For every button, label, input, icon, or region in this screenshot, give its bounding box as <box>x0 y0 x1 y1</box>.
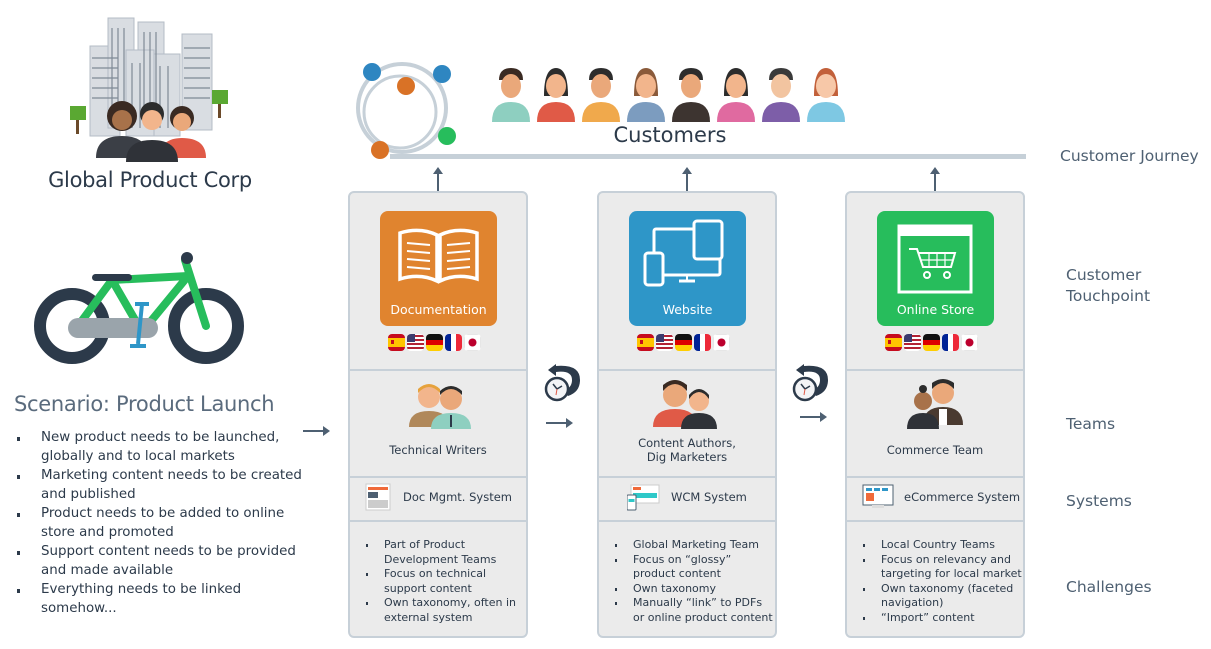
document-system-icon <box>365 483 391 511</box>
touchpoint-tile[interactable]: Online Store <box>877 211 994 326</box>
technical-writers-icon <box>409 384 471 429</box>
japan-flag-icon <box>464 334 481 351</box>
company-name: Global Product Corp <box>48 168 252 192</box>
customer-avatar-icon <box>492 66 530 122</box>
germany-flag-icon <box>426 334 443 351</box>
row-label-teams: Teams <box>1066 415 1116 433</box>
system-row: WCM System <box>627 483 747 511</box>
usa-flag-icon <box>656 334 673 351</box>
scenario-bullet: New product needs to be launched, global… <box>14 428 304 466</box>
scenario-bullet: Marketing content needs to be created an… <box>14 466 304 504</box>
usa-flag-icon <box>904 334 921 351</box>
spain-flag-icon <box>637 334 654 351</box>
team-label: Technical Writers <box>389 443 487 457</box>
team-avatar <box>405 381 475 433</box>
challenge-item: Local Country Teams <box>861 538 1023 553</box>
touchpoint-label: Documentation <box>390 302 487 317</box>
content-authors-icon <box>653 380 717 429</box>
system-row: eCommerce System <box>862 483 1020 511</box>
bicycle-illustration <box>30 240 250 375</box>
touchpoint-tile[interactable]: Documentation <box>380 211 497 326</box>
column-online-store: Online Store Commerce Team eCommerce Sys… <box>845 191 1025 638</box>
ecommerce-screen-icon <box>862 484 894 508</box>
challenge-item: Focus on relevancy and targeting for loc… <box>861 553 1023 582</box>
column-documentation: Documentation Technical Writers Doc Mgmt… <box>348 191 528 638</box>
company-illustration <box>60 8 240 163</box>
flow-arrow-right <box>546 418 573 428</box>
france-flag-icon <box>694 334 711 351</box>
challenge-item: Focus on technical support content <box>364 567 526 596</box>
usa-flag-icon <box>407 334 424 351</box>
customer-avatars <box>492 66 852 122</box>
scenario-title: Scenario: Product Launch <box>14 392 275 416</box>
scenario-bullet: Product needs to be added to online stor… <box>14 504 304 542</box>
challenge-item: Global Marketing Team <box>613 538 775 553</box>
system-label: eCommerce System <box>904 490 1021 504</box>
language-flags <box>637 334 730 351</box>
column-website: Website Content Authors, Dig Marketers WC… <box>597 191 777 638</box>
customer-avatar-icon <box>717 66 755 122</box>
customer-avatar-icon <box>537 66 575 122</box>
clock-cycle-icon <box>542 356 586 402</box>
challenge-item: Focus on “glossy” product content <box>613 553 775 582</box>
shopping-cart-icon <box>897 224 973 294</box>
language-flags <box>388 334 481 351</box>
touchpoint-tile[interactable]: Website <box>629 211 746 326</box>
flow-arrow-right <box>303 426 330 436</box>
germany-flag-icon <box>923 334 940 351</box>
challenge-list: Global Marketing Team Focus on “glossy” … <box>613 538 775 625</box>
customer-journey-line <box>390 154 1026 159</box>
touchpoint-label: Online Store <box>896 302 975 317</box>
row-label-systems: Systems <box>1066 492 1132 510</box>
customer-avatar-icon <box>672 66 710 122</box>
row-label-challenges: Challenges <box>1066 578 1152 596</box>
challenge-item: Manually “link” to PDFs or online produc… <box>613 596 775 625</box>
system-row: Doc Mgmt. System <box>365 483 512 511</box>
customer-avatar-icon <box>762 66 800 122</box>
scenario-bullet: Everything needs to be linked somehow... <box>14 580 304 618</box>
team-label: Content Authors, Dig Marketers <box>638 436 736 464</box>
japan-flag-icon <box>961 334 978 351</box>
challenge-item: Own taxonomy, often in external system <box>364 596 526 625</box>
challenge-item: Own taxonomy (faceted navigation) <box>861 582 1023 611</box>
flow-arrow-right <box>800 412 827 422</box>
web-devices-icon <box>627 484 660 511</box>
clock-cycle-icon <box>790 356 834 402</box>
challenge-item: Part of Product Development Teams <box>364 538 526 567</box>
row-label-customer-touchpoint: Customer Touchpoint <box>1066 266 1151 305</box>
customers-label: Customers <box>613 123 727 147</box>
customer-avatar-icon <box>582 66 620 122</box>
challenge-list: Local Country Teams Focus on relevancy a… <box>861 538 1023 625</box>
row-label-customer-journey: Customer Journey <box>1060 147 1199 165</box>
system-label: WCM System <box>671 490 747 504</box>
touchpoint-label: Website <box>662 302 713 317</box>
scenario-bullets: New product needs to be launched, global… <box>14 428 304 618</box>
scenario-bullet: Support content needs to be provided and… <box>14 542 304 580</box>
japan-flag-icon <box>713 334 730 351</box>
customer-avatar-icon <box>807 66 845 122</box>
system-label: Doc Mgmt. System <box>403 490 512 504</box>
bicycle-icon <box>34 252 244 364</box>
france-flag-icon <box>942 334 959 351</box>
customer-avatar-icon <box>627 66 665 122</box>
language-flags <box>885 334 978 351</box>
commerce-team-icon <box>907 379 963 429</box>
challenge-item: “Import” content <box>861 611 1023 626</box>
team-avatar <box>651 379 721 433</box>
challenge-list: Part of Product Development Teams Focus … <box>364 538 526 625</box>
challenge-item: Own taxonomy <box>613 582 775 597</box>
office-buildings-icon <box>70 17 228 162</box>
team-label: Commerce Team <box>886 443 984 457</box>
germany-flag-icon <box>675 334 692 351</box>
devices-icon <box>643 219 724 287</box>
spain-flag-icon <box>885 334 902 351</box>
journey-cycle-icon <box>356 62 456 159</box>
customer-journey-logo <box>350 58 460 166</box>
spain-flag-icon <box>388 334 405 351</box>
team-avatar <box>905 379 967 433</box>
book-icon <box>398 228 479 284</box>
france-flag-icon <box>445 334 462 351</box>
